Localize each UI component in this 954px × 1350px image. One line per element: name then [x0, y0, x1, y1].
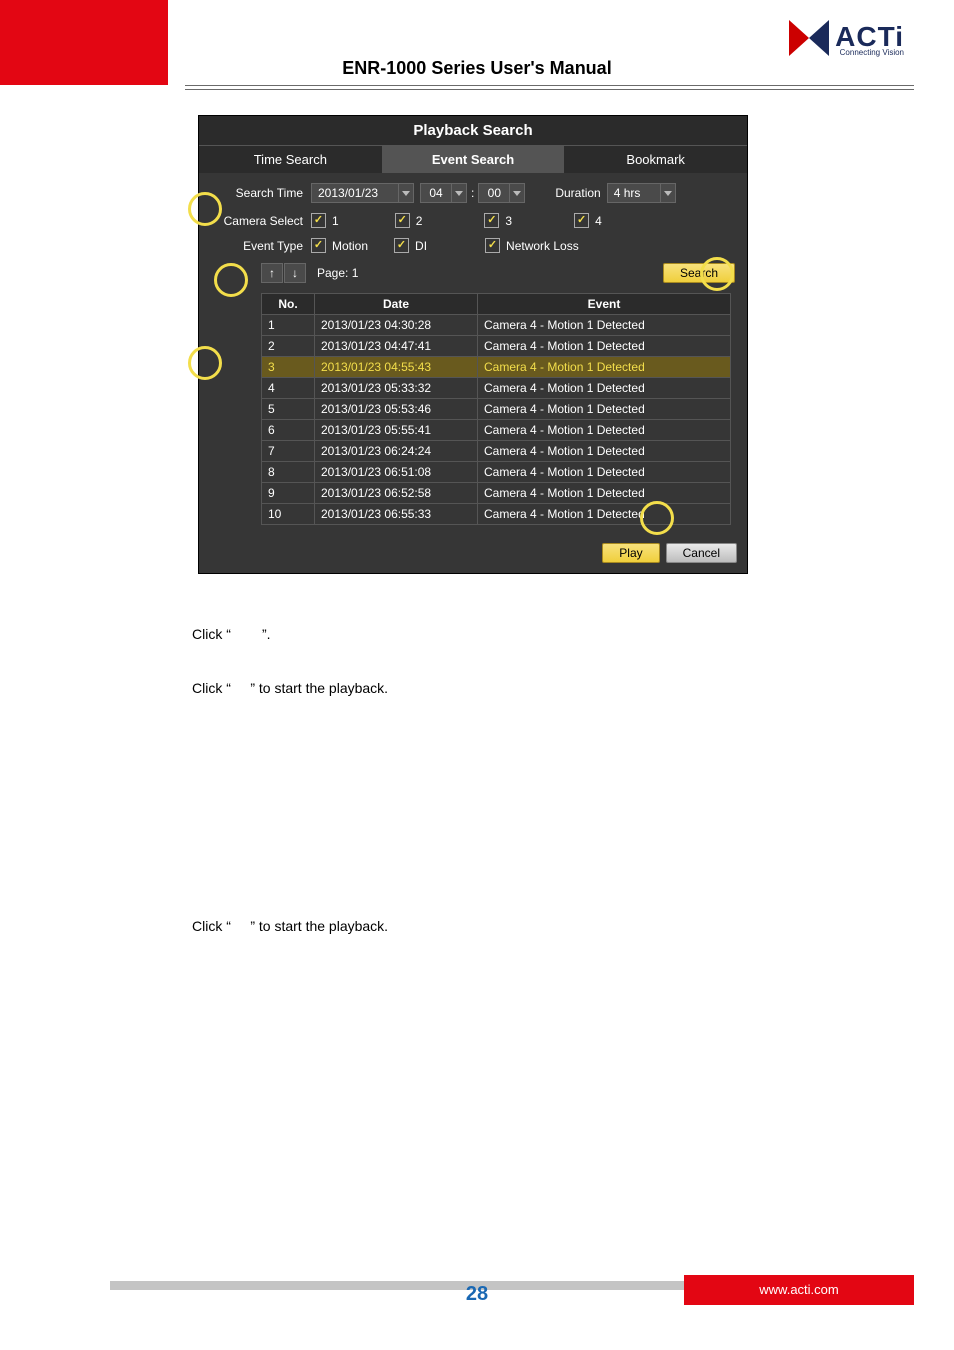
tab-event-search[interactable]: Event Search [382, 145, 565, 173]
cell-no: 4 [262, 378, 315, 399]
page-up-button[interactable]: ↑ [261, 263, 283, 283]
col-date: Date [315, 294, 478, 315]
cell-event: Camera 4 - Motion 1 Detected [478, 378, 731, 399]
cell-event: Camera 4 - Motion 1 Detected [478, 357, 731, 378]
hour-dropdown-icon[interactable] [451, 183, 467, 203]
logo-text: ACTi [835, 23, 904, 51]
cell-event: Camera 4 - Motion 1 Detected [478, 462, 731, 483]
col-event: Event [478, 294, 731, 315]
cell-date: 2013/01/23 06:24:24 [315, 441, 478, 462]
instruction-line-3: Click “ ” to start the playback. [192, 918, 388, 934]
label-event-type: Event Type [211, 239, 303, 253]
cell-date: 2013/01/23 05:33:32 [315, 378, 478, 399]
logo-icon [789, 20, 829, 60]
checkbox-cam3[interactable] [484, 213, 499, 228]
cell-event: Camera 4 - Motion 1 Detected [478, 336, 731, 357]
di-label: DI [415, 239, 427, 253]
motion-label: Motion [332, 239, 368, 253]
table-row[interactable]: 72013/01/23 06:24:24Camera 4 - Motion 1 … [262, 441, 731, 462]
checkbox-cam4[interactable] [574, 213, 589, 228]
cell-event: Camera 4 - Motion 1 Detected [478, 315, 731, 336]
table-row[interactable]: 22013/01/23 04:47:41Camera 4 - Motion 1 … [262, 336, 731, 357]
cell-no: 9 [262, 483, 315, 504]
cell-date: 2013/01/23 04:55:43 [315, 357, 478, 378]
minute-field[interactable]: 00 [478, 183, 510, 203]
cam1-label: 1 [332, 214, 339, 228]
checkbox-cam1[interactable] [311, 213, 326, 228]
checkbox-network-loss[interactable] [485, 238, 500, 253]
cell-no: 7 [262, 441, 315, 462]
minute-dropdown-icon[interactable] [509, 183, 525, 203]
cell-no: 3 [262, 357, 315, 378]
cell-no: 2 [262, 336, 315, 357]
row-page: ↑ ↓ Page: 1 Search [261, 263, 735, 283]
cell-event: Camera 4 - Motion 1 Detected [478, 420, 731, 441]
label-camera-select: Camera Select [211, 214, 303, 228]
duration-field[interactable]: 4 hrs [607, 183, 661, 203]
cell-no: 8 [262, 462, 315, 483]
tab-bookmark[interactable]: Bookmark [564, 145, 747, 173]
cam2-label: 2 [416, 214, 423, 228]
cam3-label: 3 [505, 214, 512, 228]
cam4-label: 4 [595, 214, 602, 228]
page-indicator: Page: 1 [317, 266, 358, 280]
date-dropdown-icon[interactable] [398, 183, 414, 203]
row-camera-select: Camera Select 1 2 3 4 [211, 213, 735, 228]
cell-no: 5 [262, 399, 315, 420]
duration-dropdown-icon[interactable] [660, 183, 676, 203]
cell-date: 2013/01/23 05:55:41 [315, 420, 478, 441]
time-colon: : [471, 186, 474, 200]
row-search-time: Search Time 2013/01/23 04 : 00 Duration … [211, 183, 735, 203]
cell-event: Camera 4 - Motion 1 Detected [478, 504, 731, 525]
table-row[interactable]: 42013/01/23 05:33:32Camera 4 - Motion 1 … [262, 378, 731, 399]
cell-event: Camera 4 - Motion 1 Detected [478, 399, 731, 420]
hour-field[interactable]: 04 [420, 183, 452, 203]
cell-no: 1 [262, 315, 315, 336]
footer-url: www.acti.com [684, 1275, 914, 1305]
logo-subtext: Connecting Vision [835, 49, 904, 57]
checkbox-motion[interactable] [311, 238, 326, 253]
table-row[interactable]: 12013/01/23 04:30:28Camera 4 - Motion 1 … [262, 315, 731, 336]
play-button[interactable]: Play [602, 543, 659, 563]
cell-event: Camera 4 - Motion 1 Detected [478, 441, 731, 462]
table-row[interactable]: 82013/01/23 06:51:08Camera 4 - Motion 1 … [262, 462, 731, 483]
table-row[interactable]: 52013/01/23 05:53:46Camera 4 - Motion 1 … [262, 399, 731, 420]
table-row[interactable]: 62013/01/23 05:55:41Camera 4 - Motion 1 … [262, 420, 731, 441]
table-row[interactable]: 32013/01/23 04:55:43Camera 4 - Motion 1 … [262, 357, 731, 378]
cell-date: 2013/01/23 06:51:08 [315, 462, 478, 483]
cell-date: 2013/01/23 06:52:58 [315, 483, 478, 504]
cancel-button[interactable]: Cancel [666, 543, 737, 563]
tab-time-search[interactable]: Time Search [199, 145, 382, 173]
instruction-line-2: Click “ ” to start the playback. [192, 680, 388, 696]
results-table: No. Date Event 12013/01/23 04:30:28Camer… [261, 293, 731, 525]
cell-date: 2013/01/23 05:53:46 [315, 399, 478, 420]
brand-logo: ACTi Connecting Vision [789, 20, 904, 60]
cell-date: 2013/01/23 04:47:41 [315, 336, 478, 357]
cell-date: 2013/01/23 06:55:33 [315, 504, 478, 525]
instruction-line-1: Click “ ”. [192, 626, 271, 642]
row-event-type: Event Type Motion DI Network Loss [211, 238, 735, 253]
panel-title: Playback Search [199, 116, 747, 145]
annotation-circle-5 [640, 501, 674, 535]
netloss-label: Network Loss [506, 239, 579, 253]
cell-no: 10 [262, 504, 315, 525]
label-duration: Duration [555, 186, 600, 200]
label-search-time: Search Time [211, 186, 303, 200]
bottom-button-row: Play Cancel [199, 533, 747, 573]
checkbox-cam2[interactable] [395, 213, 410, 228]
annotation-circle-4 [188, 346, 222, 380]
title-rule [185, 85, 914, 90]
annotation-circle-3 [700, 257, 734, 291]
annotation-circle-1 [188, 192, 222, 226]
col-no: No. [262, 294, 315, 315]
checkbox-di[interactable] [394, 238, 409, 253]
cell-no: 6 [262, 420, 315, 441]
document-title: ENR-1000 Series User's Manual [0, 58, 954, 79]
page-down-button[interactable]: ↓ [284, 263, 306, 283]
annotation-circle-2 [214, 263, 248, 297]
tab-row: Time Search Event Search Bookmark [199, 145, 747, 173]
date-field[interactable]: 2013/01/23 [311, 183, 399, 203]
cell-event: Camera 4 - Motion 1 Detected [478, 483, 731, 504]
cell-date: 2013/01/23 04:30:28 [315, 315, 478, 336]
